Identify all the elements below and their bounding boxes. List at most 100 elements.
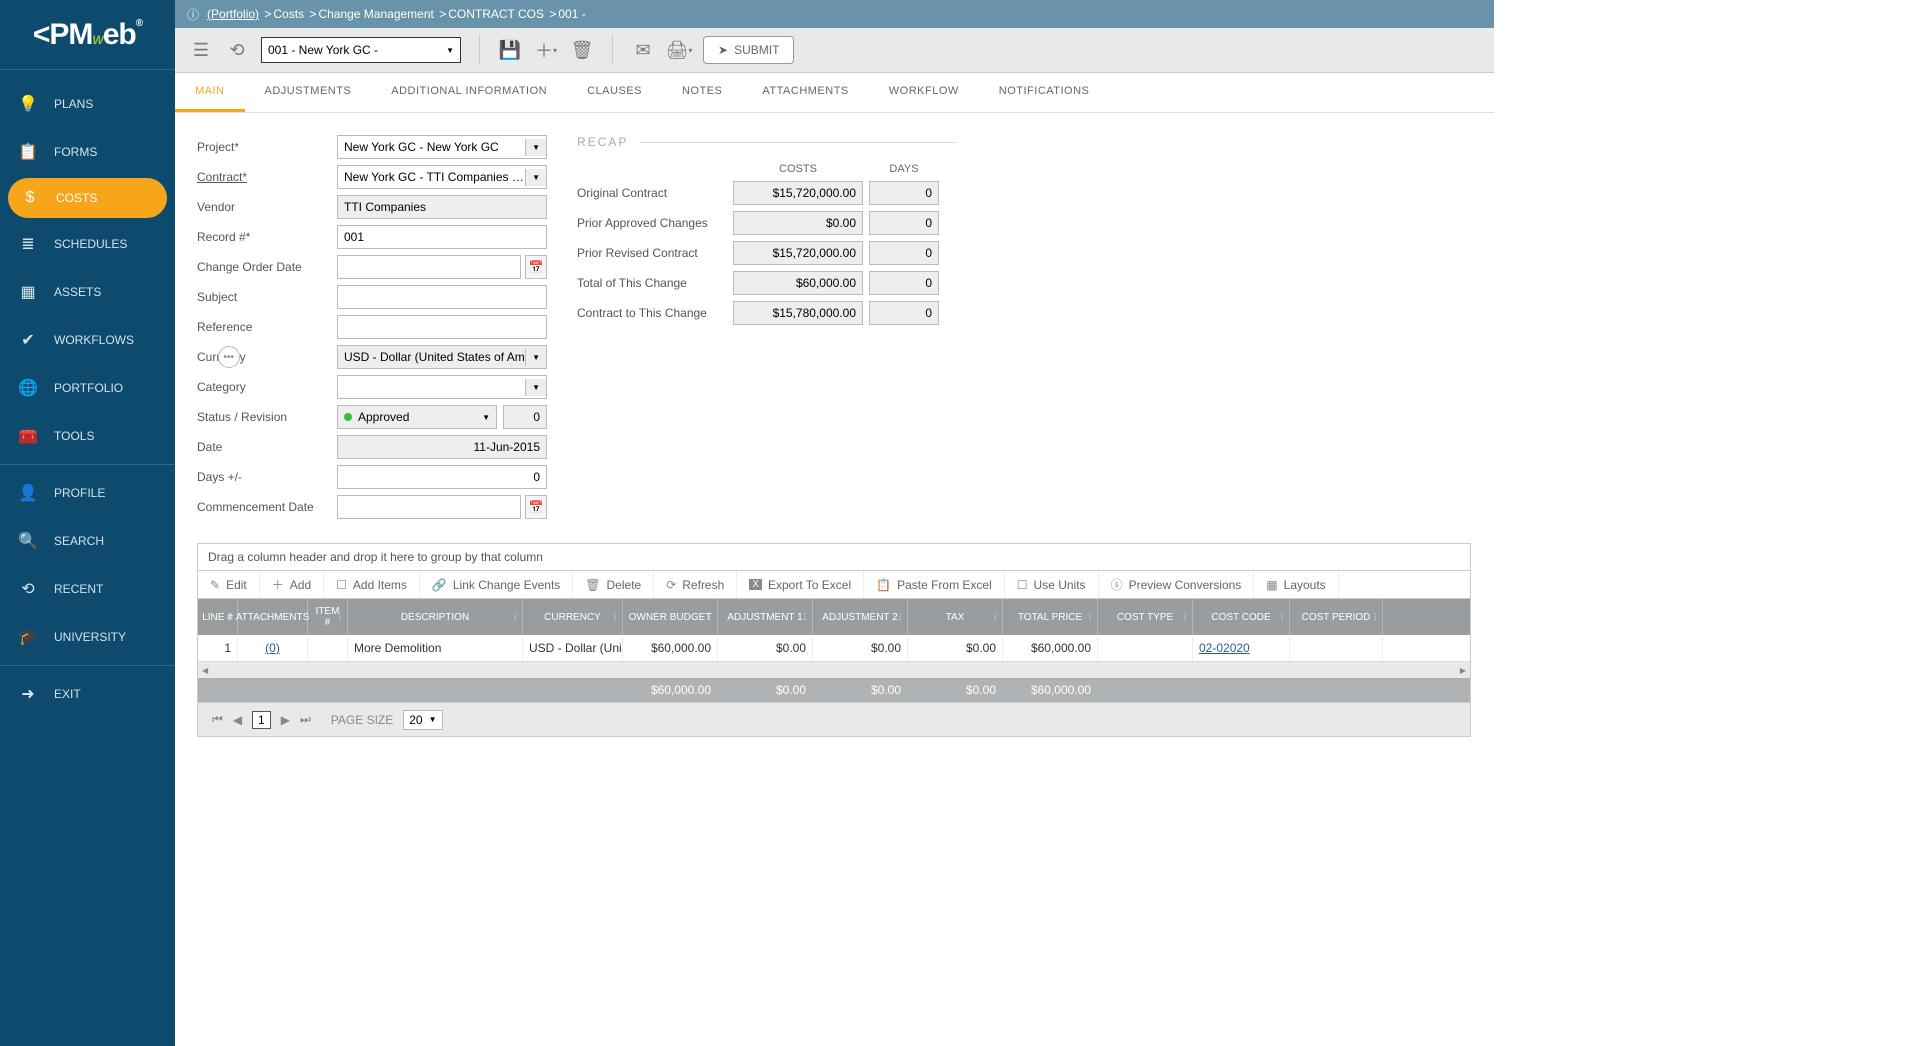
sidebar-item-portfolio[interactable]: 🌐PORTFOLIO bbox=[0, 364, 175, 412]
pager-last-icon[interactable]: ⏭ bbox=[300, 712, 311, 727]
h-scrollbar[interactable]: ◀▶ bbox=[198, 662, 1470, 678]
sidebar-item-tools[interactable]: 🧰TOOLS bbox=[0, 412, 175, 460]
sidebar-item-schedules[interactable]: ≣SCHEDULES bbox=[0, 220, 175, 268]
currency-select[interactable]: USD - Dollar (United States of America)▼ bbox=[337, 345, 547, 369]
sidebar-item-forms[interactable]: 📋FORMS bbox=[0, 128, 175, 176]
recap-hdr-days: DAYS bbox=[869, 163, 939, 175]
codate-input[interactable] bbox=[337, 255, 521, 279]
col-header[interactable]: ATTACHMENTS⋮ bbox=[238, 599, 308, 635]
main: ⓘ (Portfolio) >Costs >Change Management … bbox=[175, 0, 1494, 1046]
tab-main[interactable]: MAIN bbox=[175, 73, 245, 112]
days-input[interactable]: 0 bbox=[337, 465, 547, 489]
info-icon[interactable]: ⓘ bbox=[187, 6, 199, 23]
list-icon[interactable]: ☰ bbox=[189, 38, 213, 62]
col-header[interactable]: COST PERIOD⋮ bbox=[1290, 599, 1383, 635]
crumb-id: 001 - bbox=[558, 7, 585, 21]
sidebar-item-search[interactable]: 🔍SEARCH bbox=[0, 517, 175, 565]
page-size-select[interactable]: 20▼ bbox=[403, 710, 442, 730]
col-header[interactable]: COST TYPE⋮ bbox=[1098, 599, 1193, 635]
col-header[interactable]: CURRENCY⋮ bbox=[523, 599, 623, 635]
scroll-left-icon[interactable]: ◀ bbox=[202, 666, 208, 675]
tab-additional-information[interactable]: ADDITIONAL INFORMATION bbox=[371, 73, 567, 112]
sidebar-item-assets[interactable]: ▦ASSETS bbox=[0, 268, 175, 316]
group-hint[interactable]: Drag a column header and drop it here to… bbox=[198, 544, 1470, 571]
calendar-icon[interactable]: 📅 bbox=[525, 255, 547, 279]
recap-cost: $15,780,000.00 bbox=[733, 301, 863, 325]
project-select[interactable]: New York GC - New York GC▼ bbox=[337, 135, 547, 159]
cell-adj1: $0.00 bbox=[718, 635, 813, 661]
crumb-portfolio[interactable]: (Portfolio) bbox=[207, 7, 259, 21]
recap-label: Original Contract bbox=[577, 186, 727, 200]
commencement-input[interactable] bbox=[337, 495, 521, 519]
sidebar-item-university[interactable]: 🎓UNIVERSITY bbox=[0, 613, 175, 661]
tab-notifications[interactable]: NOTIFICATIONS bbox=[979, 73, 1110, 112]
col-header[interactable]: ADJUSTMENT 2⋮ bbox=[813, 599, 908, 635]
col-header[interactable]: TAX⋮ bbox=[908, 599, 1003, 635]
sidebar-item-exit[interactable]: ➜EXIT bbox=[0, 670, 175, 718]
label-contract[interactable]: Contract* bbox=[197, 170, 337, 184]
col-header[interactable]: DESCRIPTION⋮ bbox=[348, 599, 523, 635]
reference-input[interactable] bbox=[337, 315, 547, 339]
scroll-right-icon[interactable]: ▶ bbox=[1460, 666, 1466, 675]
status-select[interactable]: Approved▼ bbox=[337, 405, 497, 429]
submit-button[interactable]: ➤ SUBMIT bbox=[703, 36, 794, 64]
gtb-add[interactable]: ＋Add bbox=[260, 571, 324, 598]
sidebar-item-costs[interactable]: $COSTS bbox=[8, 178, 167, 218]
tab-notes[interactable]: NOTES bbox=[662, 73, 742, 112]
gtb-delete[interactable]: 🗑Delete bbox=[573, 571, 654, 598]
cell-attachments[interactable]: (0) bbox=[238, 635, 308, 661]
nav-icon: 🌐 bbox=[18, 378, 38, 398]
tab-clauses[interactable]: CLAUSES bbox=[567, 73, 662, 112]
logo: <PMWeb® bbox=[0, 0, 175, 70]
gtb-add-items[interactable]: ☐Add Items bbox=[324, 571, 420, 598]
revision-input[interactable]: 0 bbox=[503, 405, 547, 429]
tab-workflow[interactable]: WORKFLOW bbox=[869, 73, 979, 112]
mail-icon[interactable]: ✉ bbox=[631, 38, 655, 62]
col-header[interactable]: LINE #⋮ bbox=[198, 599, 238, 635]
cell-line: 1 bbox=[198, 635, 238, 661]
gtb-export[interactable]: XExport To Excel bbox=[737, 571, 864, 598]
sidebar-item-plans[interactable]: 💡PLANS bbox=[0, 80, 175, 128]
gtb-refresh[interactable]: ⟳Refresh bbox=[654, 571, 737, 598]
delete-icon[interactable]: 🗑 bbox=[570, 38, 594, 62]
sidebar-item-profile[interactable]: 👤PROFILE bbox=[0, 469, 175, 517]
table-row[interactable]: 1 (0) More Demolition USD - Dollar (Uni … bbox=[198, 635, 1470, 662]
gtb-layouts[interactable]: ▦Layouts bbox=[1254, 571, 1338, 598]
pager-next-icon[interactable]: ▶ bbox=[281, 713, 290, 727]
col-header[interactable]: ITEM #⋮ bbox=[308, 599, 348, 635]
sidebar-item-recent[interactable]: ⟲RECENT bbox=[0, 565, 175, 613]
excel-icon: X bbox=[749, 579, 762, 590]
gtb-units[interactable]: ☐Use Units bbox=[1005, 571, 1099, 598]
add-icon[interactable]: ＋▾ bbox=[534, 38, 558, 62]
right-gutter bbox=[1494, 0, 1919, 1046]
col-header[interactable]: OWNER BUDGET⋮ bbox=[623, 599, 718, 635]
gtb-edit[interactable]: ✎Edit bbox=[198, 571, 260, 598]
record-input[interactable]: 001 bbox=[337, 225, 547, 249]
cell-cost-period bbox=[1290, 635, 1383, 661]
contract-select[interactable]: New York GC - TTI Companies - 001 - O▼ bbox=[337, 165, 547, 189]
gtb-link[interactable]: 🔗Link Change Events bbox=[420, 571, 573, 598]
calendar-icon[interactable]: 📅 bbox=[525, 495, 547, 519]
history-icon[interactable]: ⟲ bbox=[225, 38, 249, 62]
record-select[interactable]: 001 - New York GC -▼ bbox=[261, 37, 461, 63]
gtb-paste[interactable]: 📋Paste From Excel bbox=[864, 571, 1005, 598]
category-select[interactable]: ▼ bbox=[337, 375, 547, 399]
label-subject: Subject bbox=[197, 290, 337, 304]
save-icon[interactable]: 💾 bbox=[498, 38, 522, 62]
currency-more-icon[interactable]: ••• bbox=[218, 346, 240, 368]
col-header[interactable]: COST CODE⋮ bbox=[1193, 599, 1290, 635]
col-header[interactable]: TOTAL PRICE⋮ bbox=[1003, 599, 1098, 635]
tab-adjustments[interactable]: ADJUSTMENTS bbox=[245, 73, 372, 112]
pager-prev-icon[interactable]: ◀ bbox=[233, 713, 242, 727]
gtb-preview[interactable]: ⓢPreview Conversions bbox=[1099, 571, 1255, 598]
nav-icon: 💡 bbox=[18, 94, 38, 114]
pager-first-icon[interactable]: ⏮ bbox=[212, 712, 223, 727]
crumb-cm: Change Management bbox=[318, 7, 433, 21]
sidebar-item-workflows[interactable]: ✔WORKFLOWS bbox=[0, 316, 175, 364]
print-icon[interactable]: 🖨▾ bbox=[667, 38, 691, 62]
cell-cost-code[interactable]: 02-02020 bbox=[1193, 635, 1290, 661]
subject-input[interactable] bbox=[337, 285, 547, 309]
col-header[interactable]: ADJUSTMENT 1⋮ bbox=[718, 599, 813, 635]
label-status: Status / Revision bbox=[197, 410, 337, 424]
tab-attachments[interactable]: ATTACHMENTS bbox=[742, 73, 868, 112]
